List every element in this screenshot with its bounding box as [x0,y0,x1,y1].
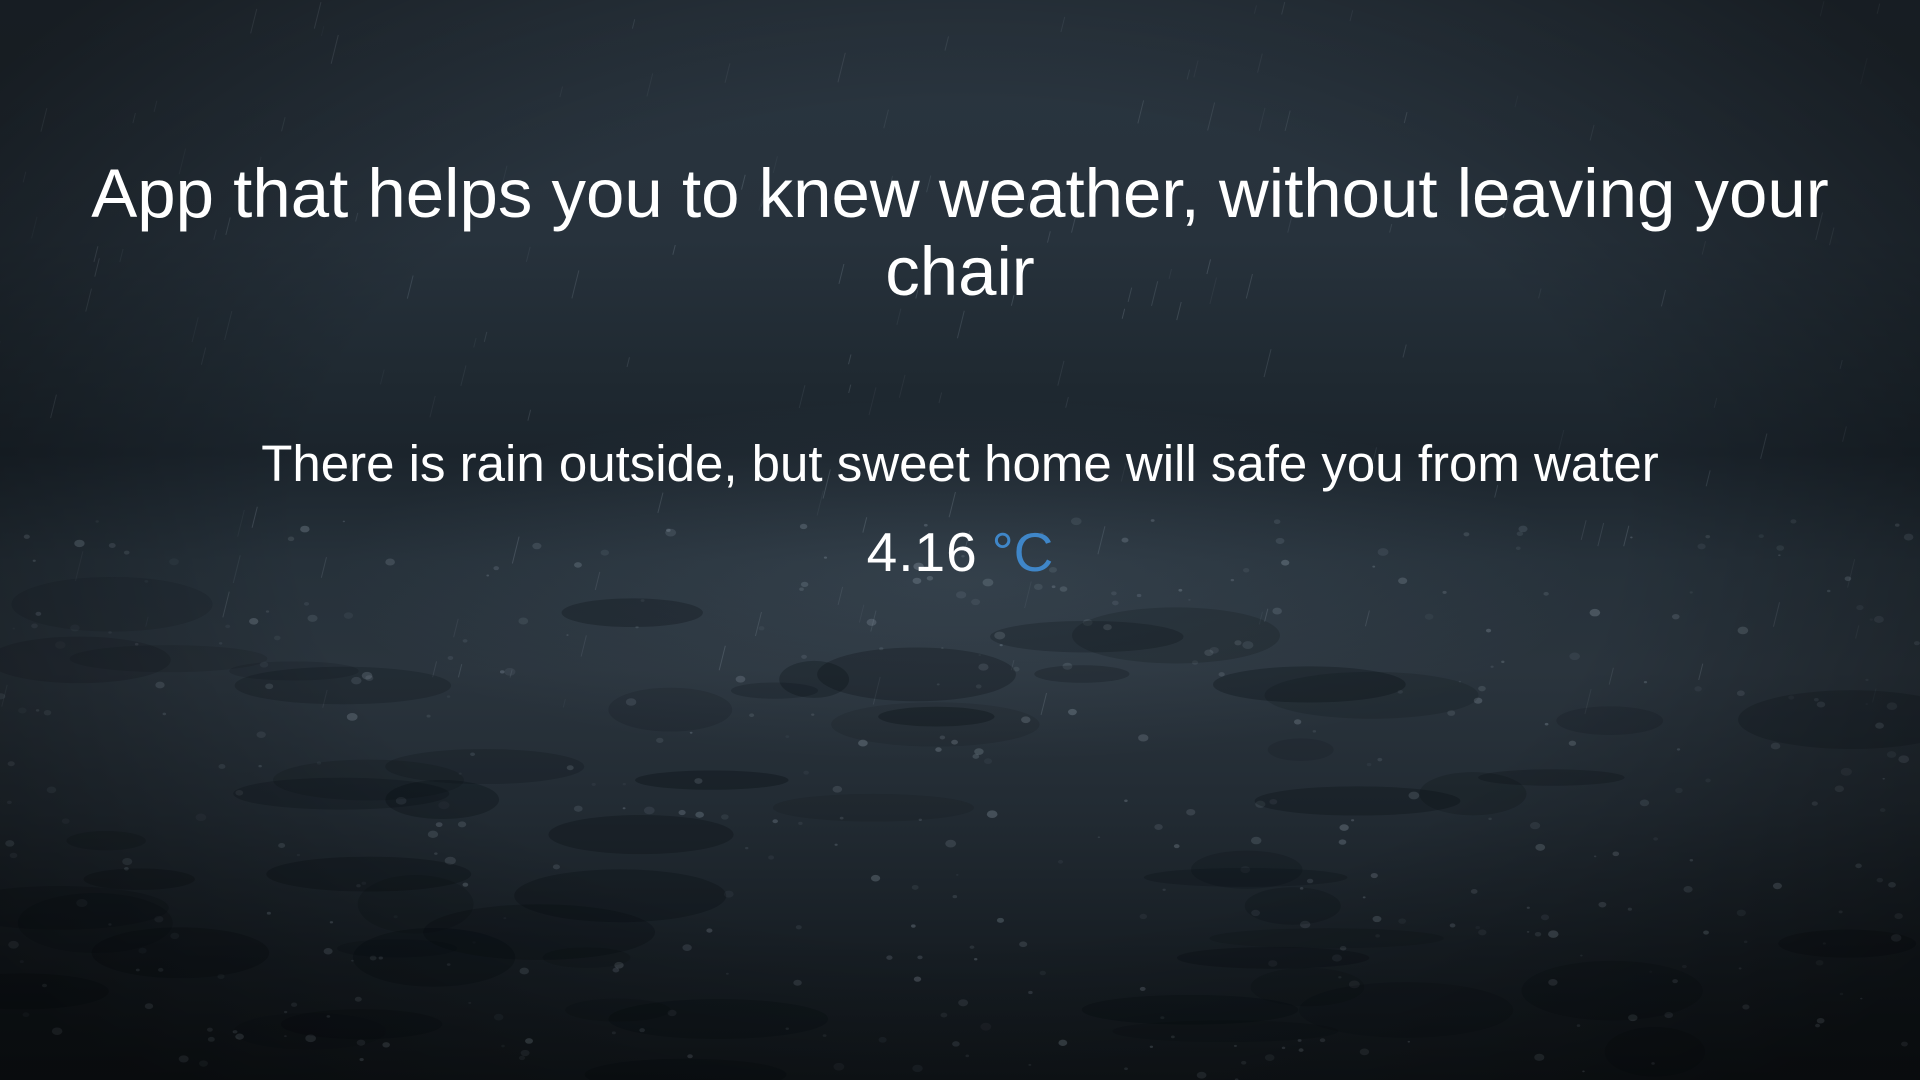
temperature-value: 4.16 [866,521,978,583]
temperature-unit: °C [991,521,1054,583]
weather-panel: App that helps you to knew weather, with… [0,0,1920,1080]
weather-message: There is rain outside, but sweet home wi… [261,435,1659,492]
page-headline: App that helps you to knew weather, with… [91,155,1829,310]
temperature-readout: 4.16 °C [0,520,1920,584]
